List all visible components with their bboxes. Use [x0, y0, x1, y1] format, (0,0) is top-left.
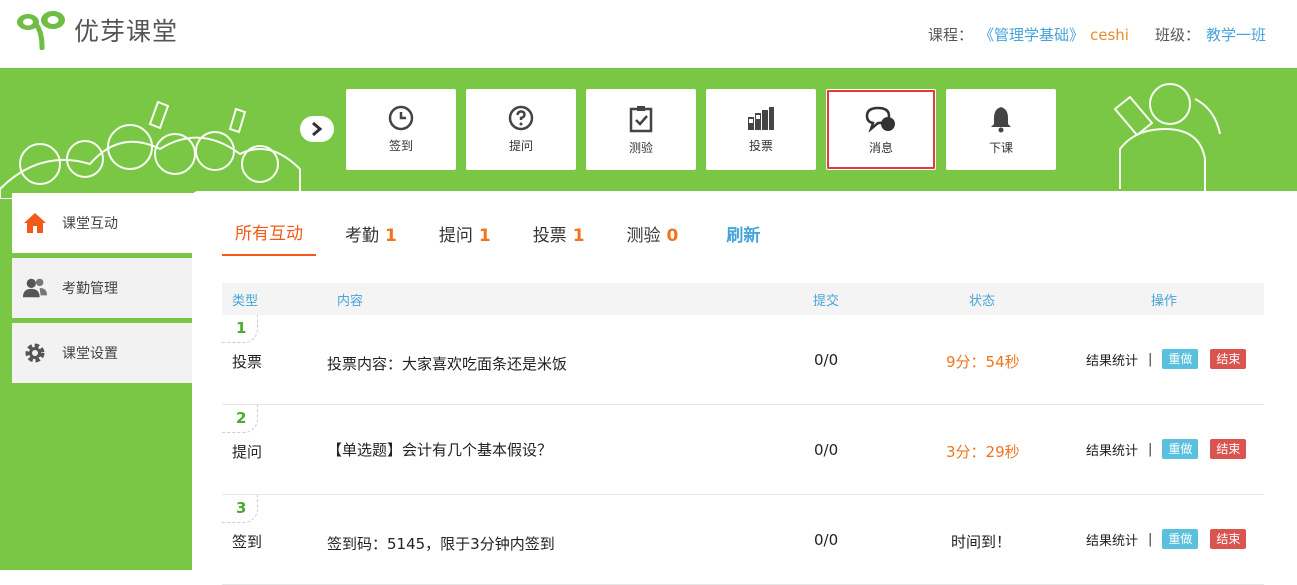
tool-label: 下课 — [988, 141, 1013, 155]
table-row: 2 提问 【单选题】会计有几个基本假设？ 0/0 3分：29秒 结果统计 | 重做… — [222, 405, 1264, 495]
bar-chart-icon — [748, 107, 774, 130]
course-suffix: ceshi — [1090, 25, 1129, 44]
tab-count: 1 — [572, 226, 585, 246]
row-status: 9分：54秒 — [946, 353, 1020, 371]
row-actions: 结果统计 | 重做 结束 — [1086, 529, 1247, 549]
redo-button[interactable]: 重做 — [1162, 529, 1199, 549]
tab-votes[interactable]: 投票 1 — [520, 221, 598, 256]
row-content: 【单选题】会计有几个基本假设？ — [327, 441, 553, 459]
col-type: 类型 — [232, 294, 259, 309]
tool-message-button[interactable]: 消息 — [826, 89, 936, 170]
table-header: 类型 内容 提交 状态 操作 — [222, 283, 1264, 315]
col-status: 状态 — [969, 294, 996, 309]
sidebar-item-attendance[interactable]: 考勤管理 — [12, 258, 192, 318]
row-submit: 0/0 — [814, 351, 839, 369]
tab-all-interactions[interactable]: 所有互动 — [222, 219, 316, 256]
tab-count: 0 — [666, 226, 679, 246]
sidebar-item-label: 考勤管理 — [62, 281, 118, 297]
row-content: 投票内容：大家喜欢吃面条还是米饭 — [327, 355, 568, 373]
tool-label: 签到 — [388, 139, 413, 153]
table-row: 1 投票 投票内容：大家喜欢吃面条还是米饭 0/0 9分：54秒 结果统计 | 重… — [222, 315, 1264, 405]
redo-button[interactable]: 重做 — [1162, 439, 1199, 459]
tool-end-class-button[interactable]: 下课 — [946, 89, 1056, 170]
tool-question-button[interactable]: 提问 — [466, 89, 576, 170]
class-name-link[interactable]: 教学一班 — [1206, 24, 1266, 45]
row-index: 1 — [222, 315, 258, 343]
filter-tabs: 所有互动 考勤 1 提问 1 投票 1 测验 0 刷新 — [222, 219, 789, 256]
row-status: 时间到！ — [951, 533, 1012, 551]
logo[interactable]: 优芽课堂 — [16, 10, 178, 50]
row-index: 3 — [222, 495, 258, 523]
tool-sign-in-button[interactable]: 签到 — [346, 89, 456, 170]
tab-attendance[interactable]: 考勤 1 — [332, 221, 410, 256]
redo-button[interactable]: 重做 — [1162, 349, 1199, 369]
row-submit: 0/0 — [814, 441, 839, 459]
course-info: 课程： 《管理学基础》 ceshi 班级： 教学一班 — [928, 24, 1266, 45]
end-button[interactable]: 结束 — [1210, 349, 1247, 369]
tool-label: 测验 — [628, 141, 653, 155]
tab-quizzes[interactable]: 测验 0 — [614, 221, 692, 256]
row-content: 签到码：5145，限于3分钟内签到 — [327, 535, 555, 553]
row-type: 签到 — [232, 533, 263, 551]
chevron-right-icon — [312, 121, 323, 137]
home-icon — [22, 210, 48, 236]
question-icon — [508, 105, 534, 131]
sidebar-item-label: 课堂互动 — [62, 216, 118, 232]
chat-bubbles-icon — [865, 106, 895, 133]
tool-label: 提问 — [508, 139, 533, 153]
main-panel: 所有互动 考勤 1 提问 1 投票 1 测验 0 刷新 类型 内容 提交 状态 操作 1… — [192, 191, 1297, 585]
tool-vote-button[interactable]: 投票 — [706, 89, 816, 170]
course-label: 课程： — [927, 26, 973, 44]
tab-questions[interactable]: 提问 1 — [426, 221, 504, 256]
sprout-logo-icon — [17, 11, 65, 50]
clock-icon — [388, 105, 414, 131]
row-type: 提问 — [232, 443, 263, 461]
tool-label: 投票 — [748, 139, 773, 153]
gear-icon — [22, 340, 48, 366]
tab-count: 1 — [478, 226, 491, 246]
row-status: 3分：29秒 — [946, 443, 1020, 461]
row-type: 投票 — [232, 353, 263, 371]
stats-link[interactable]: 结果统计 — [1086, 440, 1138, 459]
tab-count: 1 — [385, 226, 397, 246]
toolbar-collapse-button[interactable] — [300, 116, 334, 142]
users-icon — [22, 275, 48, 301]
refresh-link[interactable]: 刷新 — [713, 221, 773, 256]
stats-link[interactable]: 结果统计 — [1086, 350, 1138, 369]
bell-icon — [991, 107, 1011, 133]
col-ops: 操作 — [1151, 294, 1178, 309]
col-content: 内容 — [337, 294, 364, 309]
end-button[interactable]: 结束 — [1210, 439, 1247, 459]
row-actions: 结果统计 | 重做 结束 — [1086, 349, 1247, 369]
tool-quiz-button[interactable]: 测验 — [586, 89, 696, 170]
tool-label: 消息 — [868, 141, 893, 155]
clipboard-check-icon — [629, 106, 653, 133]
end-button[interactable]: 结束 — [1210, 529, 1247, 549]
top-bar: 优芽课堂 课程： 《管理学基础》 ceshi 班级： 教学一班 — [0, 0, 1297, 69]
class-label: 班级： — [1154, 26, 1200, 44]
sidebar-item-label: 课堂设置 — [62, 346, 118, 362]
table-row: 3 签到 签到码：5145，限于3分钟内签到 0/0 时间到！ 结果统计 | 重做… — [222, 495, 1264, 585]
sidebar-item-settings[interactable]: 课堂设置 — [12, 323, 192, 383]
row-submit: 0/0 — [814, 531, 839, 549]
course-name-link[interactable]: 《管理学基础》 — [979, 24, 1084, 45]
stats-link[interactable]: 结果统计 — [1086, 530, 1138, 549]
col-submit: 提交 — [813, 294, 840, 309]
sidebar-item-class-interaction[interactable]: 课堂互动 — [12, 193, 194, 253]
brand-name: 优芽课堂 — [74, 17, 179, 46]
row-actions: 结果统计 | 重做 结束 — [1086, 439, 1247, 459]
row-index: 2 — [222, 405, 258, 433]
